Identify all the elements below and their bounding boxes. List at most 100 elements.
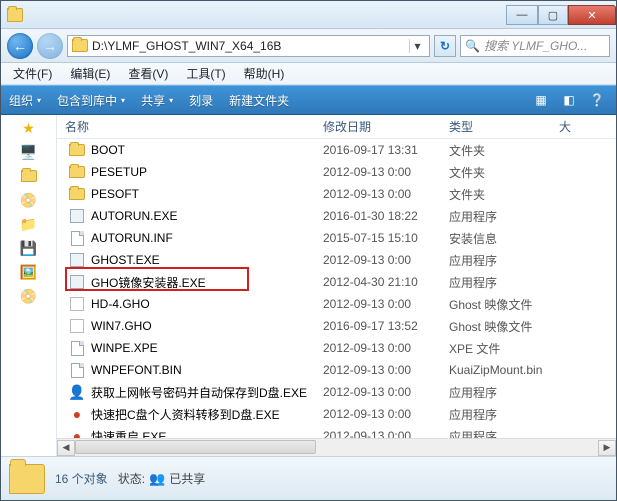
status-bar: 16 个对象 状态: 👥 已共享: [1, 456, 616, 500]
shared-icon: 👥: [149, 471, 165, 487]
file-date: 2012-09-13 0:00: [323, 363, 449, 377]
menu-edit[interactable]: 编辑(E): [62, 63, 118, 84]
col-size[interactable]: 大: [559, 118, 616, 135]
file-name: GHOST.EXE: [91, 253, 160, 267]
tb-include-library[interactable]: 包含到库中 ▾: [57, 92, 125, 109]
file-date: 2015-07-15 15:10: [323, 231, 449, 245]
address-bar[interactable]: D:\YLMF_GHOST_WIN7_X64_16B ▾: [67, 35, 430, 57]
fav-item[interactable]: 📀: [20, 191, 38, 209]
help-icon[interactable]: ❔: [586, 91, 608, 109]
maximize-button[interactable]: ▢: [538, 5, 568, 25]
folder-icon: [69, 142, 85, 158]
status-count: 16 个对象: [55, 470, 108, 487]
file-row[interactable]: GHO镜像安装器.EXE2012-04-30 21:10应用程序: [57, 271, 616, 293]
file-name: PESETUP: [91, 165, 147, 179]
favorites-star-icon[interactable]: ★: [20, 119, 38, 137]
minimize-button[interactable]: —: [506, 5, 538, 25]
app-icon: ●: [69, 428, 85, 438]
file-name: HD-4.GHO: [91, 297, 150, 311]
horizontal-scrollbar[interactable]: ◀ ▶: [57, 438, 616, 456]
file-row[interactable]: WIN7.GHO 2016-09-17 13:52Ghost 映像文件: [57, 315, 616, 337]
file-type: XPE 文件: [449, 340, 589, 357]
folder-icon: [9, 464, 45, 494]
exe-icon: [69, 208, 85, 224]
file-type: 文件夹: [449, 186, 589, 203]
file-type: 文件夹: [449, 142, 589, 159]
file-type: Ghost 映像文件: [449, 296, 589, 313]
fav-item[interactable]: [20, 167, 38, 185]
fav-item[interactable]: 🖥️: [20, 143, 38, 161]
close-button[interactable]: ✕: [568, 5, 616, 25]
file-row[interactable]: AUTORUN.EXE2016-01-30 18:22应用程序: [57, 205, 616, 227]
menu-help[interactable]: 帮助(H): [236, 63, 293, 84]
file-row[interactable]: ●快速重启.EXE2012-09-13 0:00应用程序: [57, 425, 616, 438]
file-type: 应用程序: [449, 406, 589, 423]
col-name[interactable]: 名称: [65, 118, 323, 135]
menu-tools[interactable]: 工具(T): [178, 63, 233, 84]
file-name: WIN7.GHO: [91, 319, 152, 333]
file-row[interactable]: 👤获取上网帐号密码并自动保存到D盘.EXE2012-09-13 0:00应用程序: [57, 381, 616, 403]
file-type: 安装信息: [449, 230, 589, 247]
file-row[interactable]: GHOST.EXE2012-09-13 0:00应用程序: [57, 249, 616, 271]
file-icon: [69, 340, 85, 356]
file-row[interactable]: WINPE.XPE2012-09-13 0:00XPE 文件: [57, 337, 616, 359]
file-row[interactable]: HD-4.GHO 2012-09-13 0:00Ghost 映像文件: [57, 293, 616, 315]
folder-icon: [69, 186, 85, 202]
scroll-thumb[interactable]: [75, 440, 316, 454]
address-dropdown[interactable]: ▾: [409, 39, 425, 53]
file-date: 2016-09-17 13:52: [323, 319, 449, 333]
gho-icon: [69, 296, 85, 312]
toolbar: 组织 ▾ 包含到库中 ▾ 共享 ▾ 刻录 新建文件夹 ▦ ◧ ❔: [1, 85, 616, 115]
scroll-left-button[interactable]: ◀: [57, 440, 75, 456]
file-name: GHO镜像安装器.EXE: [91, 274, 206, 291]
exe-icon: [69, 252, 85, 268]
file-name: WINPE.XPE: [91, 341, 158, 355]
file-row[interactable]: ●快速把C盘个人资料转移到D盘.EXE2012-09-13 0:00应用程序: [57, 403, 616, 425]
file-row[interactable]: PESOFT2012-09-13 0:00文件夹: [57, 183, 616, 205]
tb-new-folder[interactable]: 新建文件夹: [229, 92, 289, 109]
fav-item[interactable]: 📁: [20, 215, 38, 233]
file-type: 文件夹: [449, 164, 589, 181]
file-type: 应用程序: [449, 208, 589, 225]
refresh-button[interactable]: ↻: [434, 35, 456, 57]
preview-pane-icon[interactable]: ◧: [558, 91, 580, 109]
scroll-right-button[interactable]: ▶: [598, 440, 616, 456]
file-name: AUTORUN.INF: [91, 231, 173, 245]
file-list-pane: 名称 修改日期 类型 大 BOOT2016-09-17 13:31文件夹PESE…: [57, 115, 616, 456]
col-date[interactable]: 修改日期: [323, 118, 449, 135]
file-icon: [69, 362, 85, 378]
view-options-icon[interactable]: ▦: [530, 91, 552, 109]
search-input[interactable]: 🔍 搜索 YLMF_GHO...: [460, 35, 610, 57]
favorites-pane[interactable]: ★ 🖥️ 📀 📁 💾 🖼️ 📀: [1, 115, 57, 456]
file-date: 2012-09-13 0:00: [323, 297, 449, 311]
menu-view[interactable]: 查看(V): [120, 63, 176, 84]
file-date: 2012-09-13 0:00: [323, 407, 449, 421]
file-name: WNPEFONT.BIN: [91, 363, 182, 377]
file-type: Ghost 映像文件: [449, 318, 589, 335]
scroll-track[interactable]: [75, 440, 598, 456]
tb-share[interactable]: 共享 ▾: [141, 92, 173, 109]
app-icon: ●: [69, 406, 85, 422]
fav-item[interactable]: 🖼️: [20, 263, 38, 281]
app-icon: 👤: [69, 384, 85, 400]
fav-item[interactable]: 📀: [20, 287, 38, 305]
file-row[interactable]: AUTORUN.INF 2015-07-15 15:10安装信息: [57, 227, 616, 249]
file-row[interactable]: PESETUP2012-09-13 0:00文件夹: [57, 161, 616, 183]
file-name: AUTORUN.EXE: [91, 209, 177, 223]
tb-burn[interactable]: 刻录: [189, 92, 213, 109]
fav-item[interactable]: 💾: [20, 239, 38, 257]
file-name: 快速重启.EXE: [91, 428, 166, 439]
col-type[interactable]: 类型: [449, 118, 559, 135]
exe-icon: [69, 274, 85, 290]
forward-button[interactable]: →: [37, 33, 63, 59]
file-row[interactable]: BOOT2016-09-17 13:31文件夹: [57, 139, 616, 161]
menu-file[interactable]: 文件(F): [5, 63, 60, 84]
file-rows[interactable]: BOOT2016-09-17 13:31文件夹PESETUP2012-09-13…: [57, 139, 616, 438]
tb-organize[interactable]: 组织 ▾: [9, 92, 41, 109]
file-date: 2012-09-13 0:00: [323, 385, 449, 399]
titlebar[interactable]: — ▢ ✕: [1, 1, 616, 29]
file-date: 2012-09-13 0:00: [323, 253, 449, 267]
window-controls: — ▢ ✕: [506, 4, 616, 25]
file-row[interactable]: WNPEFONT.BIN2012-09-13 0:00KuaiZipMount.…: [57, 359, 616, 381]
back-button[interactable]: ←: [7, 33, 33, 59]
